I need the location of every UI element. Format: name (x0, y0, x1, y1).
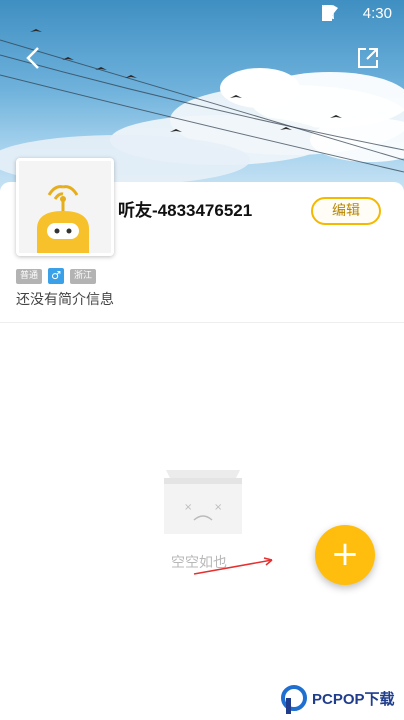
username: 听友-4833476521 (118, 201, 253, 220)
chevron-left-icon (26, 47, 39, 69)
add-button[interactable]: + (315, 525, 375, 585)
level-tag: 普通 (16, 268, 43, 284)
watermark: PCPOP下载 (280, 684, 404, 720)
share-external-icon (358, 48, 378, 68)
back-button[interactable] (20, 44, 48, 72)
status-time: 4:30 (362, 5, 392, 22)
svg-text:×: × (214, 502, 222, 513)
watermark-text: PCPOP下载 (312, 691, 395, 708)
region-tag: 浙江 (70, 268, 97, 284)
red-arrow-annotation (193, 557, 273, 575)
bio-text: 还没有简介信息 (16, 292, 114, 308)
avatar[interactable] (16, 158, 114, 256)
svg-text:×: × (184, 502, 192, 513)
empty-box-icon: × × (160, 462, 246, 534)
divider (0, 322, 404, 323)
profile-tags: 普通 ♂ 浙江 (16, 268, 97, 284)
status-bar: 4:30 (0, 0, 404, 28)
yellow-robot-avatar-icon (19, 161, 111, 253)
share-button[interactable] (356, 46, 380, 70)
gender-male-icon: ♂ (48, 268, 65, 284)
pcpop-logo-icon (281, 685, 307, 714)
edit-button[interactable]: 编辑 (311, 197, 381, 225)
